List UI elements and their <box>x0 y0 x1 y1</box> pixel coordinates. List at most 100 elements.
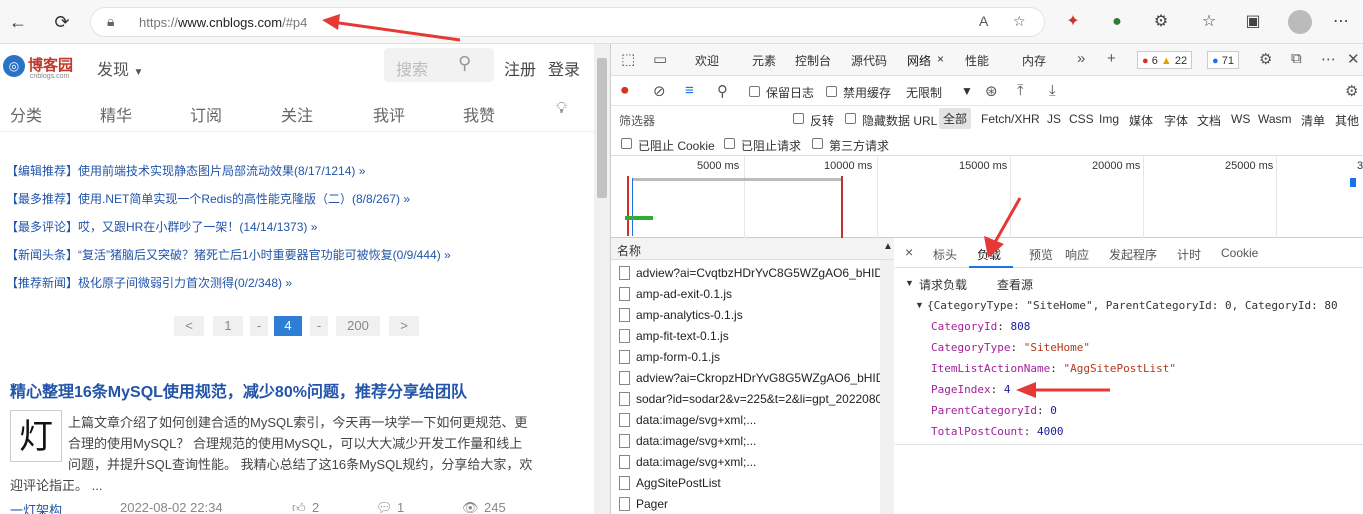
tab-sources[interactable]: 源代码 <box>851 52 887 69</box>
throttle-select[interactable]: 无限制 <box>906 84 942 101</box>
filter-input[interactable]: 筛选器 <box>619 112 655 129</box>
discover-menu[interactable]: 发现 ▼ <box>97 56 143 80</box>
favorites-icon[interactable]: ☆ <box>1198 11 1220 33</box>
close-devtools-icon[interactable]: ✕ <box>1347 50 1360 68</box>
recommend-link[interactable]: 【新闻头条】“复活”猪脑后又突破？猪死亡后1小时重要器官功能可被恢复(0/9/4… <box>6 246 451 263</box>
page-scrollbar[interactable] <box>594 44 610 514</box>
scrollbar-thumb[interactable] <box>597 58 607 198</box>
expand-triangle-icon[interactable]: ▼ <box>915 300 924 310</box>
request-row[interactable]: sodar?id=sodar2&v=225&t=2&li=gpt_2022080 <box>611 389 880 410</box>
filter-js[interactable]: JS <box>1047 112 1061 126</box>
nav-item-follow[interactable]: 关注 <box>281 102 313 126</box>
request-row[interactable]: amp-form-0.1.js <box>611 347 880 368</box>
filter-all-button[interactable]: 全部 <box>939 108 972 129</box>
close-tab-icon[interactable]: × <box>937 52 944 66</box>
settings-gear-icon[interactable]: ⚙ <box>1259 50 1272 68</box>
tab-cookies[interactable]: Cookie <box>1221 246 1258 260</box>
payload-section-title[interactable]: 请求负载 <box>919 276 967 293</box>
third-party-checkbox[interactable] <box>812 138 823 149</box>
invert-checkbox[interactable] <box>793 113 804 124</box>
request-row[interactable]: data:image/svg+xml;... <box>611 452 880 473</box>
network-settings-icon[interactable]: ⚙ <box>1345 82 1358 100</box>
inspect-icon[interactable]: ⬚ <box>621 50 635 68</box>
add-tab-icon[interactable]: + <box>1107 50 1116 67</box>
pager-current-page[interactable]: 4 <box>274 316 302 336</box>
network-conditions-icon[interactable]: ⊛ <box>985 82 998 100</box>
like-icon[interactable]: 👍︎ <box>292 500 306 514</box>
register-link[interactable]: 注册 <box>504 56 536 80</box>
tab-preview[interactable]: 预览 <box>1029 246 1053 263</box>
blocked-cookies-checkbox[interactable] <box>621 138 632 149</box>
post-thumbnail[interactable]: 灯 <box>10 410 62 462</box>
post-author[interactable]: 一灯架构 <box>10 500 62 514</box>
filter-doc[interactable]: 文档 <box>1197 112 1221 129</box>
tab-headers[interactable]: 标头 <box>933 246 957 263</box>
nav-item-my-comments[interactable]: 我评 <box>373 102 405 126</box>
customize-icon[interactable]: ⋯ <box>1321 50 1336 68</box>
pager-page[interactable]: 1 <box>213 316 243 336</box>
recommend-link[interactable]: 【最多推荐】使用.NET简单实现一个Redis的高性能克隆版（二）(8/8/26… <box>6 190 410 207</box>
connect-icon[interactable]: ⧉ <box>1291 50 1302 67</box>
issue-counter[interactable]: ● 6 ▲ 22 <box>1137 51 1193 69</box>
pager-prev[interactable]: < <box>174 316 204 336</box>
filter-media[interactable]: 媒体 <box>1129 112 1153 129</box>
site-logo[interactable]: ◎ 博客园 cnblogs.com <box>3 52 83 82</box>
request-list-scrollbar[interactable] <box>880 260 894 514</box>
filter-manifest[interactable]: 清单 <box>1301 112 1325 129</box>
chevron-down-icon[interactable]: ▼ <box>961 84 973 98</box>
request-row[interactable]: amp-ad-exit-0.1.js <box>611 284 880 305</box>
read-aloud-icon[interactable]: A <box>979 13 988 29</box>
request-row[interactable]: AggSitePostList <box>611 473 880 494</box>
nav-item-category[interactable]: 分类 <box>10 102 42 126</box>
request-row[interactable]: adview?ai=CkropzHDrYvG8G5WZgAO6_bHIDc <box>611 368 880 389</box>
filter-font[interactable]: 字体 <box>1164 112 1188 129</box>
recommend-link[interactable]: 【推荐新闻】极化原子间微弱引力首次测得(0/2/348) » <box>6 274 292 291</box>
search-icon[interactable]: ⚲ <box>717 82 728 100</box>
filter-ws[interactable]: WS <box>1231 112 1250 126</box>
request-row[interactable]: amp-analytics-0.1.js <box>611 305 880 326</box>
tab-elements[interactable]: 元素 <box>752 52 776 69</box>
request-row[interactable]: adview?ai=CvqtbzHDrYvC8G5WZgAO6_bHIDf <box>611 263 880 284</box>
tab-memory[interactable]: 内存 <box>1022 52 1046 69</box>
search-icon[interactable]: ⚲ <box>458 53 471 74</box>
payload-summary[interactable]: {CategoryType: "SiteHome", ParentCategor… <box>927 299 1338 312</box>
recommend-link[interactable]: 【最多评论】哎，又跟HR在小群吵了一架！(14/14/1373) » <box>6 218 317 235</box>
info-counter[interactable]: ● 71 <box>1207 51 1239 69</box>
tab-timing[interactable]: 计时 <box>1177 246 1201 263</box>
extension-icon[interactable]: ✦ <box>1062 11 1084 33</box>
record-icon[interactable]: ⏺ <box>621 82 629 99</box>
search-input[interactable]: 搜索 ⚲ <box>384 48 494 82</box>
extension-globe-icon[interactable]: ● <box>1106 11 1128 33</box>
tab-welcome[interactable]: 欢迎 <box>695 52 719 69</box>
more-tabs-icon[interactable]: » <box>1077 50 1085 67</box>
pager-next[interactable]: > <box>389 316 419 336</box>
tab-console[interactable]: 控制台 <box>795 52 831 69</box>
collections-icon[interactable]: ▣ <box>1242 11 1264 33</box>
nav-item-subscribe[interactable]: 订阅 <box>190 102 222 126</box>
refresh-icon[interactable]: ⟳ <box>50 10 74 34</box>
sort-up-icon[interactable]: ▲ <box>883 241 893 252</box>
expand-triangle-icon[interactable]: ▼ <box>905 278 914 288</box>
device-icon[interactable]: ▭ <box>653 50 667 68</box>
filter-icon[interactable]: ≡ <box>685 82 694 99</box>
hide-data-urls-checkbox[interactable] <box>845 113 856 124</box>
blocked-requests-checkbox[interactable] <box>724 138 735 149</box>
comment-icon[interactable]: 💬︎ <box>376 500 393 514</box>
filter-other[interactable]: 其他 <box>1335 112 1359 129</box>
tab-initiator[interactable]: 发起程序 <box>1109 246 1157 263</box>
favorite-add-icon[interactable]: ☆ <box>1013 13 1026 30</box>
filter-wasm[interactable]: Wasm <box>1258 112 1292 126</box>
filter-fetch-xhr[interactable]: Fetch/XHR <box>981 112 1040 126</box>
recommend-link[interactable]: 【编辑推荐】使用前端技术实现静态图片局部流动效果(8/17/1214) » <box>6 162 365 179</box>
request-row[interactable]: data:image/svg+xml;... <box>611 410 880 431</box>
pager-page[interactable]: 200 <box>336 316 380 336</box>
login-link[interactable]: 登录 <box>548 56 580 80</box>
nav-item-my-likes[interactable]: 我赞 <box>463 102 495 126</box>
post-title[interactable]: 精心整理16条MySQL使用规范，减少80%问题，推荐分享给团队 <box>10 378 467 402</box>
close-detail-icon[interactable]: × <box>905 244 913 260</box>
tab-network[interactable]: 网络 <box>907 52 931 69</box>
lightbulb-icon[interactable]: 💡︎ <box>556 100 567 118</box>
export-har-icon[interactable]: ⤓ <box>1049 82 1056 99</box>
tab-response[interactable]: 响应 <box>1065 246 1089 263</box>
import-har-icon[interactable]: ⤒ <box>1017 82 1024 99</box>
